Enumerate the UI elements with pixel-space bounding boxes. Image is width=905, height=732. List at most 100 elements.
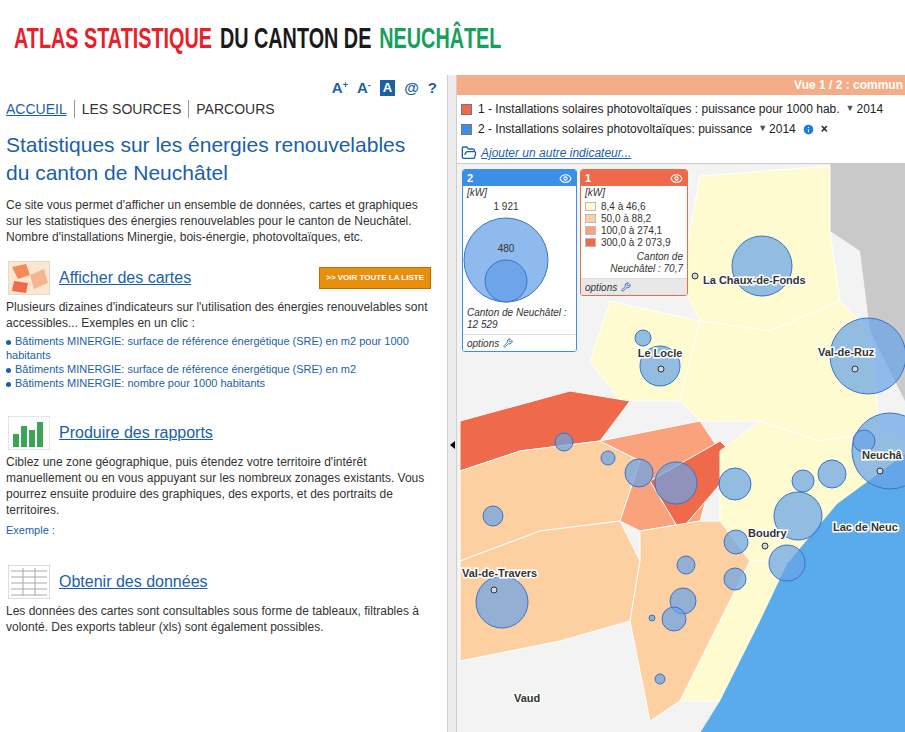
bubble[interactable] xyxy=(655,674,665,684)
view-bar: Vue 1 / 2 : commun xyxy=(457,75,905,95)
city-marker xyxy=(762,543,768,549)
section-link[interactable]: Afficher des cartes xyxy=(59,266,191,290)
legend-unit: [kW] xyxy=(463,186,576,200)
place-label: Boudry xyxy=(748,527,787,539)
circle-legend: 2[kW]1 921480Canton de Neuchâtel :12 529… xyxy=(462,169,577,352)
nav: ACCUEILLES SOURCESPARCOURS xyxy=(6,100,441,118)
region[interactable] xyxy=(680,166,840,331)
section-text: Les données des cartes sont consultables… xyxy=(6,603,441,635)
eye-icon[interactable] xyxy=(670,172,683,185)
section-text: Plusieurs dizaines d'indicateurs sur l'u… xyxy=(6,299,441,331)
indicator-label: 2 - Installations solaires photovoltaïqu… xyxy=(478,120,752,138)
eye-icon[interactable] xyxy=(559,172,572,185)
indicator-row[interactable]: 2 - Installations solaires photovoltaïqu… xyxy=(457,119,905,139)
bubble[interactable] xyxy=(818,460,846,488)
title-part: NEUCHÂTEL xyxy=(379,20,501,56)
intro-text: Ce site vous permet d'afficher un ensemb… xyxy=(6,197,441,245)
svg-text:1 921: 1 921 xyxy=(493,201,518,212)
section-text: Ciblez une zone géographique, puis étend… xyxy=(6,454,441,518)
bubble[interactable] xyxy=(655,462,697,504)
toolbar-button[interactable]: A- xyxy=(357,80,371,96)
place-label: La Chaux-de-Fonds xyxy=(703,274,806,286)
wrench-icon[interactable] xyxy=(621,282,631,292)
collapse-arrow-icon[interactable] xyxy=(450,441,455,449)
see-list-button[interactable]: >> VOIR TOUTE LA LISTE xyxy=(319,267,431,289)
indicator-row[interactable]: 1 - Installations solaires photovoltaïqu… xyxy=(457,99,905,119)
bubble[interactable] xyxy=(476,576,528,628)
bubble[interactable] xyxy=(852,413,905,489)
legend-options[interactable]: options xyxy=(463,334,576,351)
toolbar-button[interactable]: @ xyxy=(404,80,419,96)
city-marker xyxy=(658,366,664,372)
bubble[interactable] xyxy=(724,530,748,554)
legend-number: 1 xyxy=(585,170,591,187)
year-select[interactable]: ▼2014 xyxy=(758,120,796,138)
info-icon[interactable] xyxy=(802,123,815,136)
toolbar-button[interactable]: A xyxy=(380,80,395,96)
home-section: Obtenir des données Les données des carte… xyxy=(6,565,441,635)
toolbar: A+ A- A @? xyxy=(6,75,441,97)
table-icon xyxy=(8,565,50,599)
svg-text:480: 480 xyxy=(498,243,515,254)
title-part: ATLAS STATISTIQUE xyxy=(14,20,212,56)
panel-splitter[interactable] xyxy=(447,75,457,732)
bubble[interactable] xyxy=(483,506,503,526)
place-label: Vaud xyxy=(514,692,540,704)
city-marker xyxy=(852,366,858,372)
main: A+A-A@?ACCUEILLES SOURCESPARCOURSStatist… xyxy=(0,75,905,732)
title-part: DU CANTON DE xyxy=(220,20,371,56)
home-panel: A+A-A@?ACCUEILLES SOURCESPARCOURSStatist… xyxy=(0,75,447,732)
toolbar-button[interactable]: A+ xyxy=(332,80,348,96)
bubble[interactable] xyxy=(677,556,695,574)
bubble[interactable] xyxy=(724,568,746,590)
example-link[interactable]: Bâtiments MINERGIE: surface de référence… xyxy=(6,334,441,362)
bubble[interactable] xyxy=(769,545,805,581)
example-link[interactable]: Bâtiments MINERGIE: surface de référence… xyxy=(6,362,441,376)
legend-total: Canton deNeuchâtel : 70,7 xyxy=(581,248,687,278)
region[interactable] xyxy=(460,521,640,661)
bubble[interactable] xyxy=(719,468,751,500)
year-select[interactable]: ▼2014 xyxy=(846,100,884,118)
nav-item[interactable]: LES SOURCES xyxy=(74,100,189,118)
city-marker xyxy=(877,468,883,474)
bubble[interactable] xyxy=(732,236,792,296)
indicator-list: 1 - Installations solaires photovoltaïqu… xyxy=(457,95,905,163)
section-link[interactable]: Obtenir des données xyxy=(59,570,208,594)
remove-button[interactable]: × xyxy=(821,120,828,138)
legend-class: 50,0 à 88,2 xyxy=(585,212,683,224)
class-legend: 1[kW]8,4 à 46,650,0 à 88,2100,0 à 274,13… xyxy=(580,169,688,296)
place-label: Val-de-Travers xyxy=(462,567,537,579)
bubble[interactable] xyxy=(792,470,814,492)
wrench-icon[interactable] xyxy=(503,338,513,348)
legend-unit: [kW] xyxy=(581,186,687,200)
map-panel: Vue 1 / 2 : commun 1 - Installations sola… xyxy=(457,75,905,732)
place-label: Val-de-Ruz xyxy=(818,346,875,358)
bubble[interactable] xyxy=(662,607,686,631)
map-thumbnail-icon xyxy=(8,261,50,295)
legend-class: 300,0 à 2 073,9 xyxy=(585,236,683,248)
bubble[interactable] xyxy=(635,330,651,346)
example-link[interactable]: Exemple : xyxy=(6,522,441,539)
france-area xyxy=(830,164,905,401)
site-title: ATLAS STATISTIQUEDU CANTON DENEUCHÂTEL xyxy=(0,0,905,75)
section-link[interactable]: Produire des rapports xyxy=(59,421,213,445)
bubble[interactable] xyxy=(555,433,573,451)
legend-class: 8,4 à 46,6 xyxy=(585,200,683,212)
home-section: Produire des rapports Ciblez une zone géo… xyxy=(6,416,441,539)
place-label: Neuchâ xyxy=(862,449,903,461)
nav-item[interactable]: PARCOURS xyxy=(188,100,281,118)
bubble[interactable] xyxy=(601,451,615,465)
example-link[interactable]: Bâtiments MINERGIE: nombre pour 1000 hab… xyxy=(6,376,441,390)
toolbar-button[interactable]: ? xyxy=(428,80,437,96)
place-label: Le Locle xyxy=(638,347,683,359)
legend-number: 2 xyxy=(467,170,473,187)
folder-icon xyxy=(461,145,477,161)
legend-options[interactable]: options xyxy=(581,278,687,295)
map-area[interactable]: La Chaux-de-Fonds Le Locle Val-de-Ruz Neuch… xyxy=(457,163,905,732)
lake xyxy=(700,454,905,732)
place-label: Lac de Neuc xyxy=(833,521,898,533)
add-indicator[interactable]: Ajouter un autre indicateur... xyxy=(457,143,905,163)
bubble[interactable] xyxy=(649,615,655,621)
nav-item[interactable]: ACCUEIL xyxy=(6,100,74,118)
bubble[interactable] xyxy=(625,459,653,487)
